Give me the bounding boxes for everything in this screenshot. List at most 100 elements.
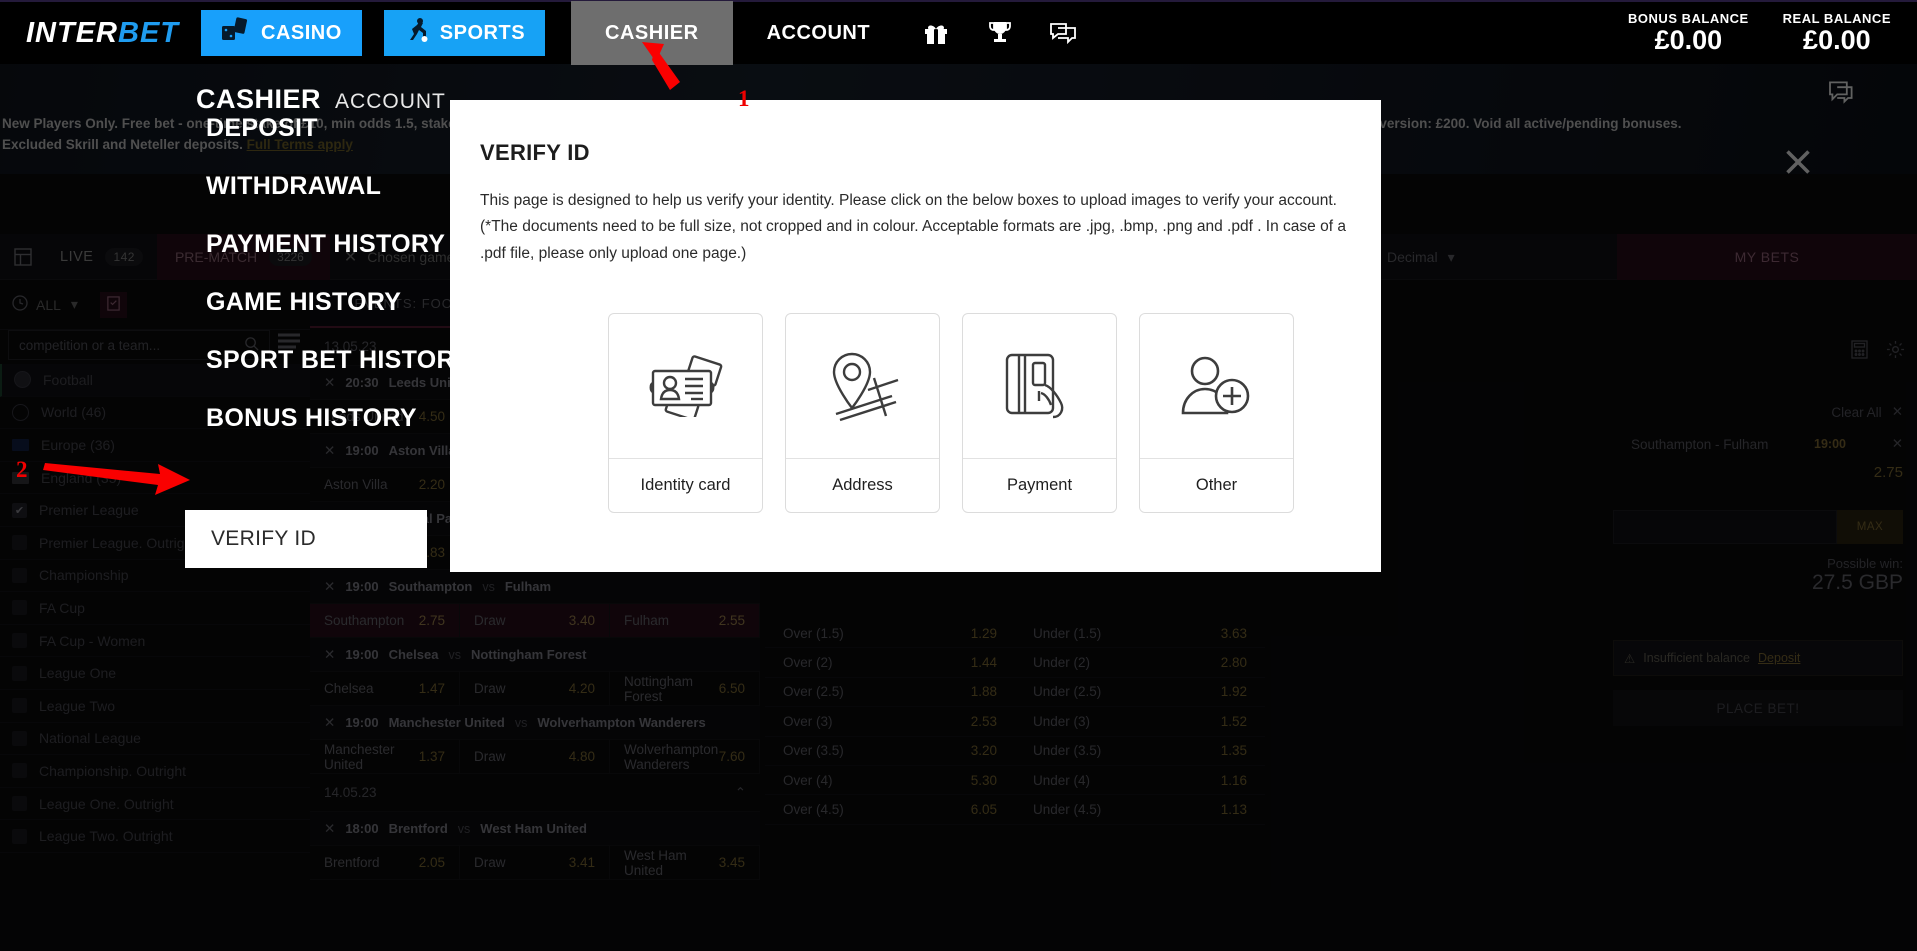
under-label: Under (2.5) (1033, 684, 1102, 700)
warning-icon: ⚠ (1624, 651, 1636, 666)
total-row: Over (4.5) 6.05 Under (4.5) 1.13 (765, 795, 1265, 825)
total-row: Over (1.5) 1.29 Under (1.5) 3.63 (765, 619, 1265, 649)
nav-casino-button[interactable]: CASINO (201, 10, 362, 56)
clear-all-button[interactable]: Clear All ✕ (1831, 404, 1903, 420)
cashier-item-deposit[interactable]: DEPOSIT (206, 114, 318, 143)
under-cell[interactable]: Under (3.5) 1.35 (1015, 743, 1265, 758)
page-subtitle: ACCOUNT (335, 90, 446, 113)
under-cell[interactable]: Under (4) 1.16 (1015, 773, 1265, 788)
under-label: Under (2) (1033, 655, 1091, 671)
over-label: Over (2.5) (783, 684, 844, 700)
over-label: Over (4) (783, 772, 833, 788)
over-cell[interactable]: Over (1.5) 1.29 (765, 626, 1015, 641)
close-icon[interactable]: ✕ (1892, 404, 1903, 420)
betslip-selection-header: Southampton - Fulham 19:00 ✕ (1617, 430, 1917, 458)
nav-sports-button[interactable]: SPORTS (383, 10, 546, 56)
cashier-item-withdrawal[interactable]: WITHDRAWAL (206, 172, 381, 201)
under-value: 1.52 (1220, 713, 1247, 729)
under-label: Under (1.5) (1033, 625, 1102, 641)
max-stake-button[interactable]: MAX (1837, 510, 1903, 544)
upload-tile[interactable]: Address (785, 313, 940, 514)
cashier-item-verify-id[interactable]: VERIFY ID (185, 510, 427, 568)
map-pin-icon (786, 314, 939, 458)
over-value: 5.30 (970, 772, 997, 788)
nav-cashier-tab[interactable]: CASHIER (571, 1, 733, 65)
my-bets-button[interactable]: MY BETS (1617, 234, 1917, 280)
total-row: Over (3.5) 3.20 Under (3.5) 1.35 (765, 737, 1265, 766)
upload-tile[interactable]: Identity card (608, 313, 763, 514)
betslip-odds-row: 2.75 (1617, 458, 1917, 487)
annotation-number-2: 2 (16, 457, 28, 482)
upload-tile-label: Payment (963, 458, 1116, 512)
betslip-time: 19:00 (1814, 437, 1846, 451)
upload-tile[interactable]: Other (1139, 313, 1294, 514)
betslip-team: Southampton - Fulham (1631, 436, 1769, 452)
over-cell[interactable]: Over (3) 2.53 (765, 714, 1015, 729)
over-value: 2.53 (970, 713, 997, 729)
upload-tile-label: Address (786, 458, 939, 512)
over-value: 1.29 (970, 625, 997, 641)
stake-row: MAX (1613, 510, 1903, 544)
modal-title: VERIFY ID (480, 140, 590, 165)
over-cell[interactable]: Over (3.5) 3.20 (765, 743, 1015, 758)
close-icon[interactable] (1784, 148, 1812, 181)
upload-tile-label: Identity card (609, 458, 762, 512)
odds-format-select[interactable]: Decimal ▾ (1387, 234, 1587, 280)
chat-icon[interactable] (1032, 1, 1096, 65)
gift-icon[interactable] (904, 1, 968, 65)
page-title: CASHIER (196, 84, 322, 114)
header-icons (1786, 80, 1857, 174)
add-person-icon (1140, 314, 1293, 458)
deposit-link[interactable]: Deposit (1758, 651, 1800, 665)
under-cell[interactable]: Under (2) 2.80 (1015, 655, 1265, 670)
under-label: Under (3.5) (1033, 743, 1102, 759)
place-bet-button[interactable]: PLACE BET! (1613, 690, 1903, 726)
stake-input[interactable] (1613, 510, 1837, 544)
dice-cards-icon (221, 17, 251, 49)
upload-tile[interactable]: Payment (962, 313, 1117, 514)
total-row: Over (4) 5.30 Under (4) 1.16 (765, 766, 1265, 796)
under-label: Under (3) (1033, 713, 1091, 729)
over-value: 3.20 (970, 743, 997, 759)
bonus-balance: BONUS BALANCE £0.00 (1628, 11, 1749, 56)
under-label: Under (4.5) (1033, 802, 1102, 818)
over-cell[interactable]: Over (2) 1.44 (765, 655, 1015, 670)
under-cell[interactable]: Under (1.5) 3.63 (1015, 626, 1265, 641)
chat-icon[interactable] (1827, 80, 1857, 109)
cashier-item-sport-bet-history[interactable]: SPORT BET HISTORY (206, 346, 471, 375)
under-cell[interactable]: Under (2.5) 1.92 (1015, 684, 1265, 699)
total-row: Over (3) 2.53 Under (3) 1.52 (765, 707, 1265, 737)
under-cell[interactable]: Under (4.5) 1.13 (1015, 802, 1265, 817)
over-value: 1.44 (970, 655, 997, 671)
betslip-tools (1851, 340, 1905, 364)
under-value: 1.13 (1220, 802, 1247, 818)
cashier-item-payment-history[interactable]: PAYMENT HISTORY (206, 230, 445, 259)
calculator-icon[interactable] (1851, 340, 1868, 364)
close-icon[interactable]: ✕ (1892, 436, 1903, 452)
upload-tiles: Identity card Address Payment Other (480, 313, 1351, 514)
under-value: 1.16 (1220, 772, 1247, 788)
gear-icon[interactable] (1886, 340, 1905, 364)
insufficient-balance-warning: ⚠ Insufficient balance Deposit (1613, 640, 1903, 676)
real-balance: REAL BALANCE £0.00 (1782, 11, 1891, 56)
modal-body: This page is designed to help us verify … (480, 192, 1346, 262)
cashier-item-game-history[interactable]: GAME HISTORY (206, 288, 401, 317)
chevron-down-icon: ▾ (1447, 248, 1455, 265)
over-cell[interactable]: Over (2.5) 1.88 (765, 684, 1015, 699)
under-cell[interactable]: Under (3) 1.52 (1015, 714, 1265, 729)
betslip-selection: Southampton - Fulham 19:00 ✕ 2.75 (1617, 430, 1917, 487)
over-label: Over (4.5) (783, 802, 844, 818)
over-cell[interactable]: Over (4) 5.30 (765, 773, 1015, 788)
betslip-odds: 2.75 (1873, 464, 1903, 481)
nav-account-tab[interactable]: ACCOUNT (733, 1, 905, 65)
brand-logo[interactable]: INTERBET (26, 17, 179, 50)
verify-id-modal: VERIFY ID This page is designed to help … (450, 100, 1381, 572)
balances: BONUS BALANCE £0.00 REAL BALANCE £0.00 (1628, 11, 1917, 54)
trophy-icon[interactable] (968, 1, 1032, 65)
cashier-item-bonus-history[interactable]: BONUS HISTORY (206, 404, 417, 433)
under-value: 3.63 (1220, 625, 1247, 641)
nav-sports-label: SPORTS (439, 21, 526, 44)
top-navbar: INTERBET CASINO SPORTS CASHIER ACCOUNT B… (0, 0, 1917, 65)
nav-casino-label: CASINO (261, 21, 342, 44)
over-cell[interactable]: Over (4.5) 6.05 (765, 802, 1015, 817)
